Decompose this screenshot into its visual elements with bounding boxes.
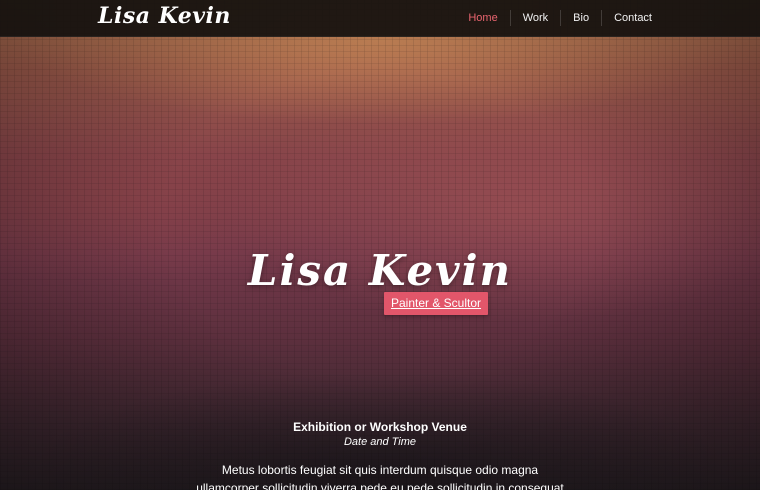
event-section: Exhibition or Workshop Venue Date and Ti…	[0, 420, 760, 449]
event-venue: Exhibition or Workshop Venue	[293, 420, 467, 434]
subtitle-badge: Painter & Scultor	[384, 292, 488, 315]
subtitle-link[interactable]: Painter & Scultor	[384, 292, 488, 315]
event-description-line-2: ullamcorper sollicitudin viverra pede eu…	[196, 481, 564, 490]
page: Lisa Kevin Home Work Bio Contact Lisa Ke…	[0, 0, 760, 490]
top-navbar: Lisa Kevin Home Work Bio Contact	[0, 0, 760, 37]
brand-logo[interactable]: Lisa Kevin	[98, 3, 231, 29]
hero-vignette	[0, 0, 760, 490]
nav-work[interactable]: Work	[509, 10, 560, 26]
hero-title: Lisa Kevin	[247, 246, 513, 295]
nav-contact[interactable]: Contact	[601, 10, 664, 26]
event-datetime: Date and Time	[343, 436, 417, 448]
event-description-line-1: Metus lobortis feugiat sit quis interdum…	[221, 463, 539, 477]
nav-bio[interactable]: Bio	[560, 10, 601, 26]
main-nav: Home Work Bio Contact	[456, 0, 664, 36]
event-description: Metus lobortis feugiat sit quis interdum…	[0, 461, 760, 490]
nav-home[interactable]: Home	[456, 10, 509, 26]
